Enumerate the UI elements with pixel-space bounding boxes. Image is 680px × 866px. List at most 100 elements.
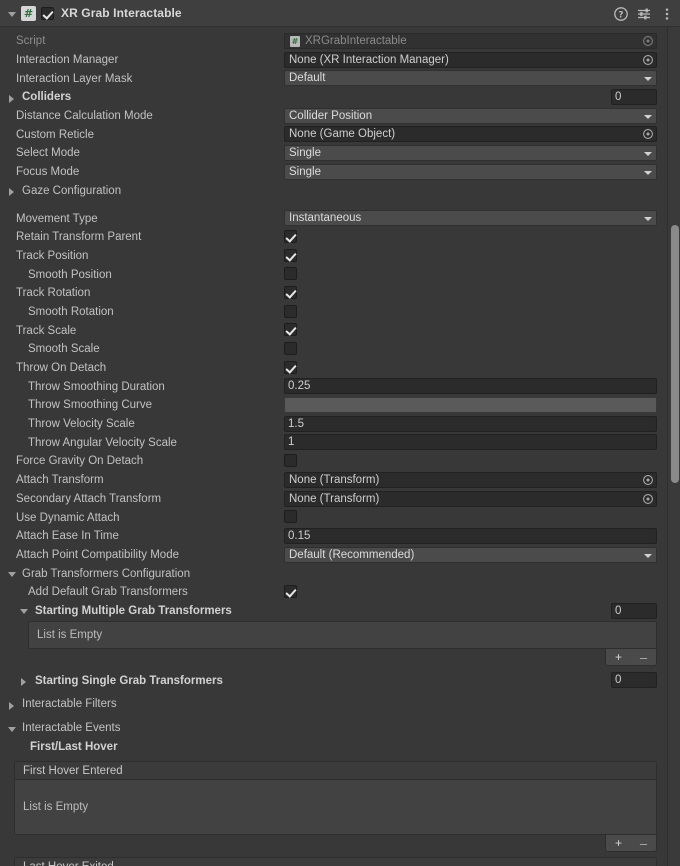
add-item-button[interactable]: + (615, 650, 622, 664)
label-track-position: Track Position (16, 249, 89, 262)
object-picker-icon[interactable] (642, 474, 654, 486)
remove-item-button[interactable]: – (640, 650, 647, 665)
starting-single-grab-transformers-foldout-arrow-icon[interactable] (18, 674, 31, 687)
label-interaction-layer-mask: Interaction Layer Mask (16, 72, 133, 85)
component-enabled-checkbox[interactable] (41, 6, 54, 20)
colliders-foldout-arrow-icon[interactable] (6, 91, 19, 104)
script-icon-glyph: # (23, 6, 34, 20)
field-throw-velocity-scale[interactable]: 1.5 (284, 415, 657, 432)
use-dynamic-attach-checkbox[interactable] (284, 510, 297, 524)
distance-calculation-mode-dropdown[interactable]: Collider Position (284, 107, 657, 124)
field-attach-point-compatibility-mode[interactable]: Default (Recommended) (284, 546, 657, 563)
preset-icon[interactable] (637, 7, 651, 21)
field-throw-angular-velocity-scale[interactable]: 1 (284, 434, 657, 451)
attach-ease-in-time-input[interactable]: 0.15 (284, 527, 657, 544)
throw-angular-velocity-scale-input[interactable]: 1 (284, 434, 657, 451)
event-body-first-hover-entered[interactable]: List is Empty (15, 780, 656, 835)
track-scale-checkbox[interactable] (284, 323, 297, 337)
label-smooth-scale: Smooth Scale (28, 343, 100, 356)
starting-multiple-grab-transformers-foldout-arrow-icon[interactable] (18, 604, 31, 617)
property-row-attach-transform: Attach Transform None (Transform) (0, 471, 667, 490)
field-secondary-attach-transform[interactable]: None (Transform) (284, 490, 657, 507)
field-custom-reticle[interactable]: None (Game Object) (284, 126, 657, 143)
starting-multiple-grab-transformers-size-field[interactable]: 0 (611, 602, 657, 619)
field-attach-transform[interactable]: None (Transform) (284, 471, 657, 488)
attach-transform-object-field[interactable]: None (Transform) (284, 471, 657, 488)
component-header[interactable]: # XR Grab Interactable ? (0, 0, 680, 27)
focus-mode-dropdown[interactable]: Single (284, 163, 657, 180)
smooth-scale-checkbox[interactable] (284, 342, 297, 355)
add-listener-button[interactable]: + (615, 836, 622, 850)
property-row-grab-transformers-configuration[interactable]: Grab Transformers Configuration (0, 564, 667, 583)
label-retain-transform-parent: Retain Transform Parent (16, 231, 142, 244)
colliders-size-field[interactable]: 0 (611, 89, 657, 106)
object-picker-icon[interactable] (642, 128, 654, 140)
interactable-events-foldout-arrow-icon[interactable] (6, 722, 19, 735)
property-row-starting-multiple-grab-transformers[interactable]: Starting Multiple Grab Transformers 0 (0, 602, 667, 621)
throw-smoothing-curve-field[interactable] (284, 397, 657, 414)
property-row-colliders[interactable]: Colliders 0 (0, 88, 667, 107)
help-icon[interactable]: ? (614, 6, 628, 21)
label-smooth-rotation: Smooth Rotation (28, 305, 114, 318)
smooth-position-checkbox[interactable] (284, 267, 297, 281)
field-throw-smoothing-duration[interactable]: 0.25 (284, 378, 657, 395)
smooth-rotation-checkbox[interactable] (284, 304, 297, 318)
interaction-layer-mask-dropdown[interactable]: Default (284, 70, 657, 87)
property-row-track-scale: Track Scale (0, 321, 667, 340)
movement-type-dropdown[interactable]: Instantaneous (284, 210, 657, 227)
label-smooth-position: Smooth Position (28, 268, 112, 281)
starting-multiple-grab-transformers-list[interactable]: List is Empty (28, 621, 657, 650)
object-picker-icon[interactable] (642, 493, 654, 505)
field-attach-ease-in-time[interactable]: 0.15 (284, 527, 657, 544)
field-interaction-manager[interactable]: None (XR Interaction Manager) (284, 51, 657, 68)
field-movement-type[interactable]: Instantaneous (284, 210, 657, 227)
kebab-menu-icon[interactable] (660, 7, 674, 21)
property-row-interactable-events[interactable]: Interactable Events (0, 719, 667, 738)
property-row-throw-velocity-scale: Throw Velocity Scale 1.5 (0, 415, 667, 434)
custom-reticle-object-field[interactable]: None (Game Object) (284, 126, 657, 143)
label-attach-transform: Attach Transform (16, 474, 104, 487)
throw-velocity-scale-input[interactable]: 1.5 (284, 415, 657, 432)
grab-transformers-configuration-foldout-arrow-icon[interactable] (6, 567, 19, 580)
field-distance-calculation-mode[interactable]: Collider Position (284, 107, 657, 124)
field-throw-smoothing-curve[interactable] (284, 397, 657, 414)
throw-smoothing-duration-input[interactable]: 0.25 (284, 378, 657, 395)
label-select-mode: Select Mode (16, 147, 80, 160)
label-attach-point-compatibility-mode: Attach Point Compatibility Mode (16, 548, 179, 561)
track-rotation-checkbox[interactable] (284, 285, 297, 299)
force-gravity-on-detach-checkbox[interactable] (284, 454, 297, 468)
label-focus-mode: Focus Mode (16, 166, 80, 179)
property-row-interactable-filters[interactable]: Interactable Filters (0, 695, 667, 714)
add-default-grab-transformers-checkbox[interactable] (284, 584, 297, 598)
property-row-starting-single-grab-transformers[interactable]: Starting Single Grab Transformers 0 (0, 671, 667, 690)
track-position-checkbox[interactable] (284, 248, 297, 262)
component-title: XR Grab Interactable (61, 6, 182, 20)
label-interactable-events: Interactable Events (22, 722, 121, 735)
gaze-configuration-foldout-arrow-icon[interactable] (6, 184, 19, 197)
scrollbar-thumb[interactable] (671, 225, 679, 483)
property-row-throw-smoothing-duration: Throw Smoothing Duration 0.25 (0, 377, 667, 396)
property-row-first-last-hover: First/Last Hover (0, 737, 667, 756)
property-row-gaze-configuration[interactable]: Gaze Configuration (0, 182, 667, 201)
starting-single-grab-transformers-size-field[interactable]: 0 (611, 672, 657, 689)
component-foldout-arrow-icon[interactable] (6, 7, 19, 20)
chevron-down-icon (644, 114, 652, 119)
retain-transform-parent-checkbox[interactable] (284, 229, 297, 243)
attach-point-compatibility-mode-dropdown[interactable]: Default (Recommended) (284, 546, 657, 563)
field-select-mode[interactable]: Single (284, 145, 657, 162)
secondary-attach-transform-object-field[interactable]: None (Transform) (284, 490, 657, 507)
property-row-interaction-layer-mask: Interaction Layer Mask Default (0, 69, 667, 88)
label-starting-multiple-grab-transformers: Starting Multiple Grab Transformers (35, 604, 232, 617)
select-mode-dropdown[interactable]: Single (284, 145, 657, 162)
remove-listener-button[interactable]: – (640, 836, 647, 851)
throw-on-detach-checkbox[interactable] (284, 360, 297, 374)
interactable-filters-foldout-arrow-icon[interactable] (6, 698, 19, 711)
property-row-throw-angular-velocity-scale: Throw Angular Velocity Scale 1 (0, 433, 667, 452)
chevron-down-icon (644, 170, 652, 175)
object-picker-icon[interactable] (642, 54, 654, 66)
chevron-down-icon (644, 152, 652, 157)
vertical-scrollbar[interactable] (667, 27, 680, 866)
field-interaction-layer-mask[interactable]: Default (284, 70, 657, 87)
field-focus-mode[interactable]: Single (284, 163, 657, 180)
interaction-manager-object-field[interactable]: None (XR Interaction Manager) (284, 51, 657, 68)
